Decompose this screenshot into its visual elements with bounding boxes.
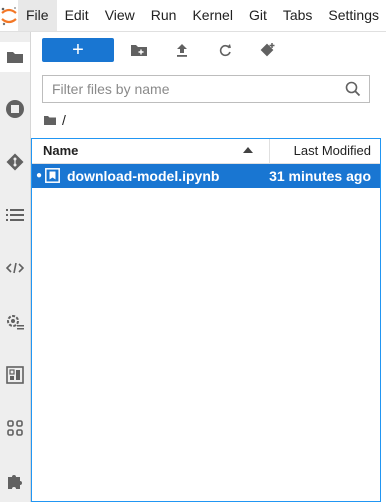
file-row[interactable]: ● download-model.ipynb 31 minutes ago: [32, 164, 380, 188]
search-icon: [345, 81, 361, 97]
dashboard-icon: [6, 366, 24, 384]
puzzle-icon: [8, 475, 22, 489]
menu-kernel[interactable]: Kernel: [184, 0, 240, 31]
git-clone-button[interactable]: [250, 38, 286, 62]
folder-icon: [7, 52, 23, 63]
code-snippets-tab[interactable]: [0, 253, 30, 283]
git-icon: [6, 153, 24, 171]
property-inspector-icon: [7, 315, 24, 330]
extensions-tab[interactable]: [0, 413, 30, 443]
file-name: download-model.ipynb: [67, 168, 220, 184]
listing-header: Name Last Modified: [32, 139, 380, 164]
menu-run[interactable]: Run: [143, 0, 185, 31]
upload-icon: [177, 44, 187, 57]
table-of-contents-icon: [6, 209, 24, 221]
running-indicator-icon: ●: [36, 170, 43, 181]
menu-settings[interactable]: Settings: [320, 0, 386, 31]
sort-ascending-icon: [243, 147, 253, 153]
jupyter-logo: [0, 0, 18, 31]
code-snippets-icon: [6, 262, 24, 274]
column-header-last-modified[interactable]: Last Modified: [270, 139, 380, 163]
menu-git[interactable]: Git: [241, 0, 275, 31]
new-folder-button[interactable]: [121, 38, 157, 62]
file-listing: Name Last Modified ● download-model.ipyn…: [31, 138, 381, 502]
file-browser-tab[interactable]: [0, 42, 30, 72]
extension-manager-tab[interactable]: [0, 466, 30, 496]
refresh-button[interactable]: [207, 38, 243, 62]
notebook-icon: [45, 168, 60, 183]
menu-tabs[interactable]: Tabs: [275, 0, 321, 31]
file-last-modified: 31 minutes ago: [269, 168, 371, 184]
menu-edit[interactable]: Edit: [57, 0, 97, 31]
filter-files-field: [42, 75, 370, 103]
breadcrumb: /: [44, 112, 66, 128]
menu-view[interactable]: View: [97, 0, 143, 31]
property-inspector-tab[interactable]: [0, 307, 30, 337]
table-of-contents-tab[interactable]: [0, 200, 30, 230]
running-stop-icon: [6, 100, 24, 118]
new-folder-icon: [131, 45, 147, 56]
running-sessions-tab[interactable]: [0, 94, 30, 124]
menu-bar: File Edit View Run Kernel Git Tabs Setti…: [0, 0, 386, 32]
column-header-name-label: Name: [43, 143, 79, 158]
dashboard-tab[interactable]: [0, 360, 30, 390]
activity-bar: [0, 32, 31, 502]
menu-file[interactable]: File: [18, 0, 57, 31]
upload-button[interactable]: [164, 38, 200, 62]
breadcrumb-root[interactable]: /: [62, 112, 66, 128]
file-browser-toolbar: +: [42, 38, 286, 62]
refresh-icon: [219, 43, 231, 56]
extensions-icon: [7, 420, 23, 436]
filter-files-input[interactable]: [43, 81, 342, 97]
file-browser-panel: + / Name Last Modified ●: [31, 32, 386, 502]
column-header-name[interactable]: Name: [32, 139, 270, 163]
git-tab[interactable]: [0, 147, 30, 177]
git-clone-icon: [260, 43, 275, 57]
home-folder-icon[interactable]: [44, 115, 56, 125]
new-launcher-button[interactable]: +: [42, 38, 114, 62]
